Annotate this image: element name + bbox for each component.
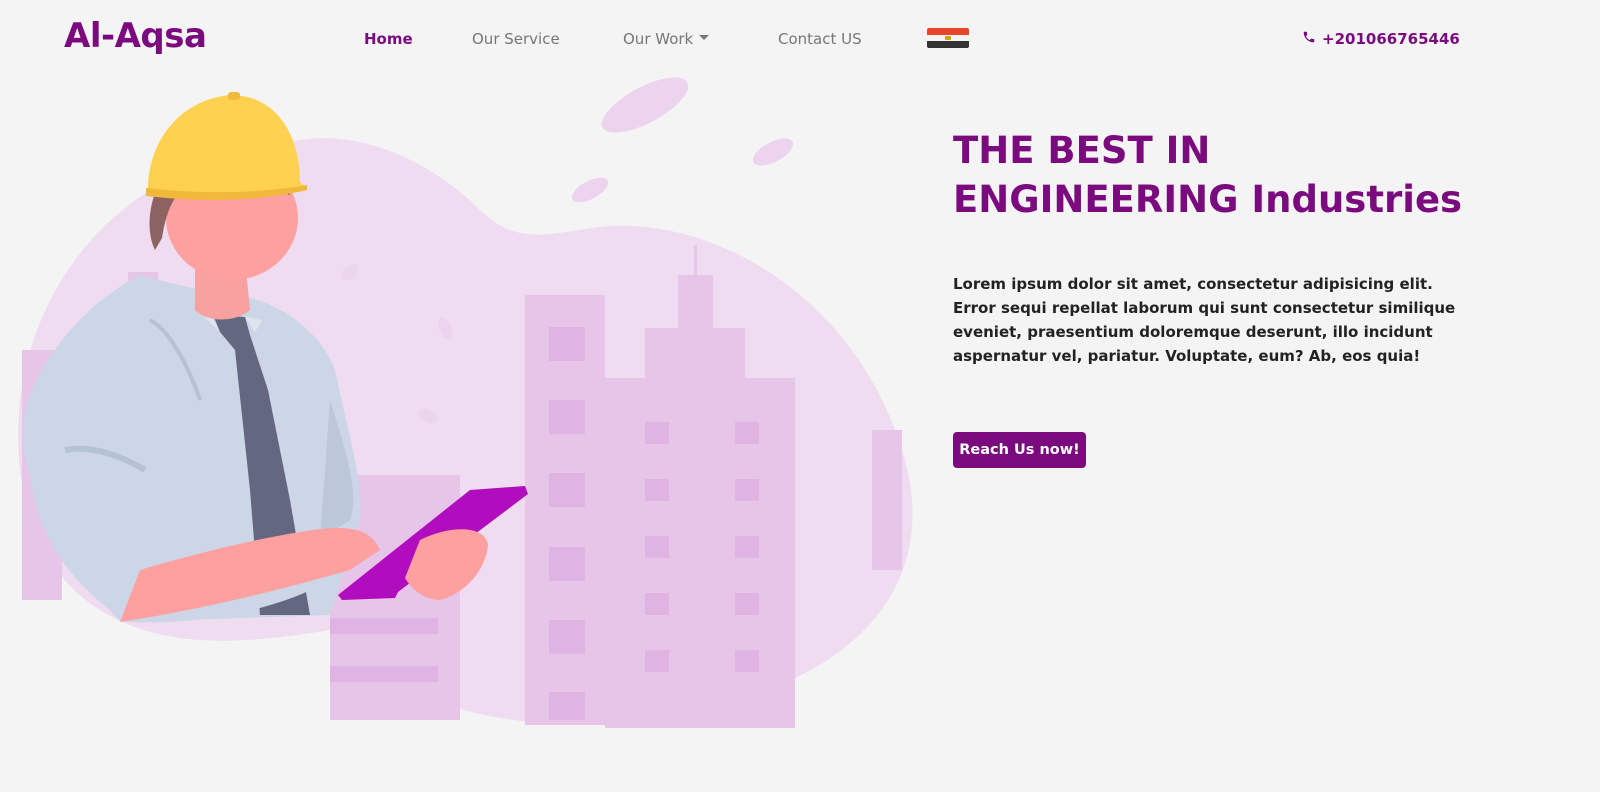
hero-title-line2: ENGINEERING Industries: [953, 178, 1463, 221]
hero-title-line1: THE BEST IN: [953, 129, 1211, 172]
nav-home[interactable]: Home: [364, 30, 413, 48]
brand-logo[interactable]: Al-Aqsa: [64, 16, 207, 56]
phone-link[interactable]: +201066765446: [1302, 30, 1460, 48]
caret-down-icon: [699, 35, 710, 40]
reach-us-button[interactable]: Reach Us now!: [953, 432, 1086, 468]
phone-number: +201066765446: [1322, 30, 1460, 48]
nav-contact-us[interactable]: Contact US: [778, 30, 862, 48]
hero-description: Lorem ipsum dolor sit amet, consectetur …: [953, 275, 1456, 365]
hero-title: THE BEST IN ENGINEERING Industries: [953, 126, 1513, 224]
nav-our-service[interactable]: Our Service: [472, 30, 560, 48]
nav-our-work[interactable]: Our Work: [623, 30, 710, 48]
helmet: [146, 95, 307, 198]
egypt-flag-icon[interactable]: [927, 28, 969, 48]
phone-icon: [1302, 30, 1316, 48]
navbar: Al-Aqsa Home Our Service Our Work Contac…: [0, 0, 1600, 80]
nav-our-work-label: Our Work: [623, 30, 694, 48]
engineer-illustration: [18, 77, 913, 728]
